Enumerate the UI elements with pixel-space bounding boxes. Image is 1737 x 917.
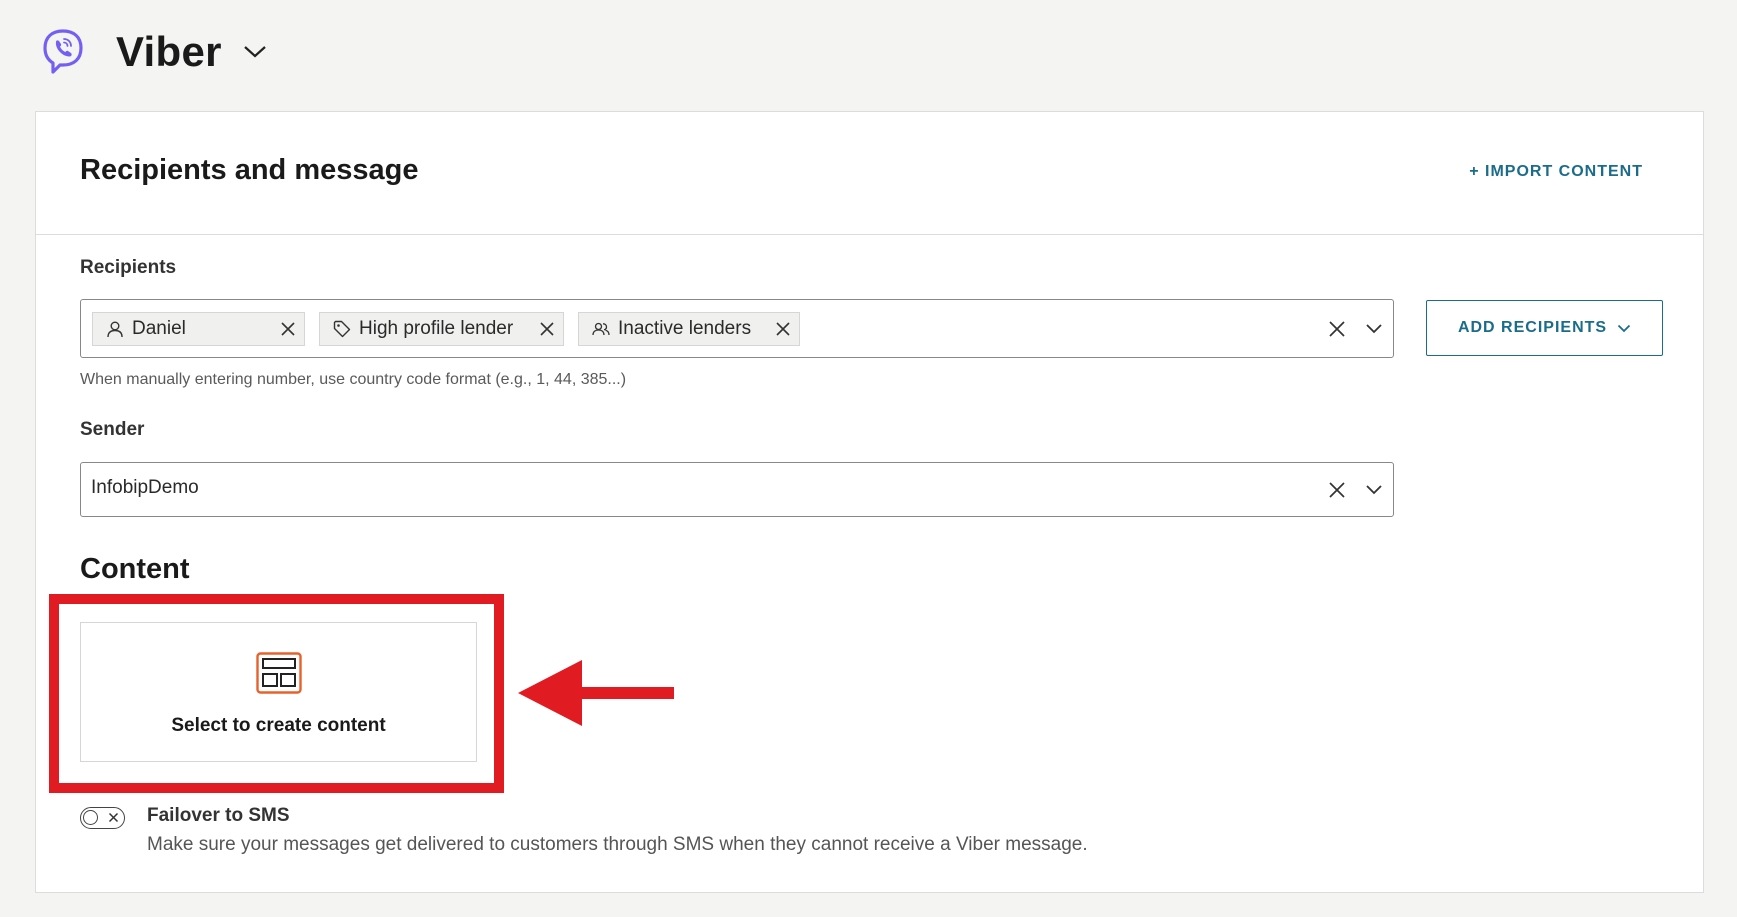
layout-icon bbox=[256, 652, 302, 694]
sender-value: InfobipDemo bbox=[91, 477, 199, 498]
channel-header: Viber bbox=[40, 24, 268, 80]
create-content-tile[interactable]: Select to create content bbox=[80, 622, 477, 762]
import-content-link[interactable]: + IMPORT CONTENT bbox=[1469, 163, 1643, 181]
failover-description: Make sure your messages get delivered to… bbox=[147, 834, 1088, 855]
clear-icon[interactable] bbox=[1328, 320, 1346, 338]
person-icon bbox=[107, 321, 123, 338]
failover-label: Failover to SMS bbox=[147, 805, 290, 826]
people-icon bbox=[592, 322, 610, 336]
recipient-chip-label: Inactive lenders bbox=[618, 318, 752, 339]
remove-chip-icon[interactable] bbox=[539, 321, 555, 337]
sender-label: Sender bbox=[80, 419, 145, 440]
channel-title: Viber bbox=[116, 28, 222, 75]
add-recipients-button[interactable]: ADD RECIPIENTS bbox=[1426, 300, 1663, 356]
clear-icon[interactable] bbox=[1328, 481, 1346, 499]
chevron-down-icon[interactable] bbox=[242, 44, 268, 60]
recipients-and-message-card: Recipients and message + IMPORT CONTENT … bbox=[35, 111, 1704, 893]
chevron-down-icon[interactable] bbox=[1365, 323, 1383, 335]
recipient-chip-label: Daniel bbox=[132, 318, 186, 339]
viber-logo-icon bbox=[43, 29, 83, 74]
create-content-label: Select to create content bbox=[171, 715, 386, 736]
recipients-label: Recipients bbox=[80, 257, 177, 278]
recipient-chip: Daniel bbox=[92, 312, 305, 346]
chevron-down-icon bbox=[1617, 324, 1631, 332]
card-title: Recipients and message bbox=[80, 154, 419, 186]
remove-chip-icon[interactable] bbox=[280, 321, 296, 337]
chevron-down-icon[interactable] bbox=[1365, 484, 1383, 496]
pointer-arrow-icon bbox=[518, 660, 674, 726]
content-section-title: Content bbox=[80, 553, 190, 585]
toggle-knob bbox=[83, 810, 98, 825]
failover-toggle[interactable] bbox=[80, 807, 125, 829]
recipient-chip-label: High profile lender bbox=[359, 318, 514, 339]
recipients-input[interactable]: Daniel High profile lender Inactive lend bbox=[80, 299, 1394, 358]
toggle-off-icon bbox=[108, 812, 119, 823]
card-header: Recipients and message + IMPORT CONTENT bbox=[36, 112, 1703, 235]
remove-chip-icon[interactable] bbox=[775, 321, 791, 337]
sender-select[interactable]: InfobipDemo bbox=[80, 462, 1394, 517]
recipient-chip: High profile lender bbox=[319, 312, 564, 346]
tag-icon bbox=[333, 320, 351, 338]
recipient-chip: Inactive lenders bbox=[578, 312, 800, 346]
recipients-hint: When manually entering number, use count… bbox=[80, 371, 627, 388]
add-recipients-label: ADD RECIPIENTS bbox=[1457, 319, 1608, 336]
